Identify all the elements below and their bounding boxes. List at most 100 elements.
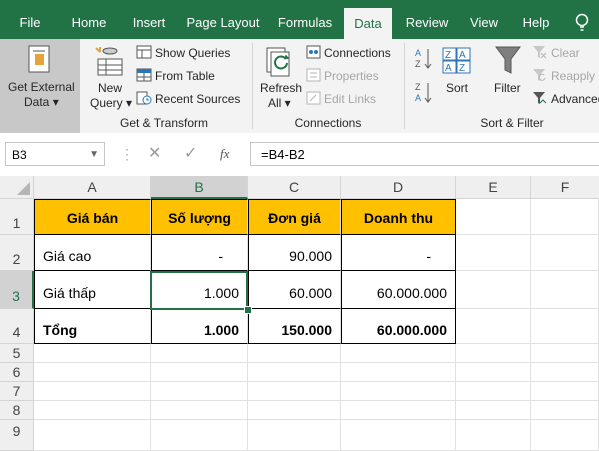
- empty-cell[interactable]: [341, 401, 456, 420]
- cell-a1[interactable]: Giá bán: [34, 199, 151, 235]
- name-box[interactable]: B3 ▼: [5, 142, 105, 166]
- empty-cell[interactable]: [34, 344, 151, 363]
- cell-f3[interactable]: [531, 271, 599, 309]
- group-label-get-transform: Get & Transform: [119, 116, 209, 130]
- cell-d1[interactable]: Doanh thu: [341, 199, 456, 235]
- empty-cell[interactable]: [531, 382, 599, 401]
- tab-view[interactable]: View: [462, 0, 506, 39]
- column-header-b[interactable]: B: [151, 176, 248, 199]
- cell-c2[interactable]: 90.000: [248, 235, 341, 271]
- empty-cell[interactable]: [456, 382, 531, 401]
- row-header-7[interactable]: 7: [0, 382, 34, 401]
- empty-cell[interactable]: [34, 420, 151, 451]
- cell-c4[interactable]: 150.000: [248, 309, 341, 344]
- row-header-5[interactable]: 5: [0, 344, 34, 363]
- tab-insert[interactable]: Insert: [124, 0, 174, 39]
- advanced-label: Advanced: [551, 92, 599, 106]
- cell-e1[interactable]: [456, 199, 531, 235]
- cell-f2[interactable]: [531, 235, 599, 271]
- select-all-corner[interactable]: [0, 176, 34, 199]
- empty-cell[interactable]: [248, 382, 341, 401]
- column-header-d[interactable]: D: [341, 176, 456, 199]
- empty-cell[interactable]: [151, 363, 248, 382]
- column-header-c[interactable]: C: [248, 176, 341, 199]
- empty-cell[interactable]: [151, 382, 248, 401]
- cell-b2[interactable]: -: [151, 235, 248, 271]
- svg-text:Z: Z: [415, 82, 421, 92]
- tab-file[interactable]: File: [10, 0, 50, 39]
- empty-cell[interactable]: [151, 401, 248, 420]
- empty-cell[interactable]: [151, 420, 248, 451]
- tab-help[interactable]: Help: [514, 0, 558, 39]
- column-header-e[interactable]: E: [456, 176, 531, 199]
- formula-bar-grip[interactable]: ⋮: [120, 145, 134, 163]
- empty-cell[interactable]: [34, 363, 151, 382]
- group-label-connections: Connections: [294, 116, 362, 130]
- row-header-2[interactable]: 2: [0, 235, 34, 271]
- empty-cell[interactable]: [34, 382, 151, 401]
- empty-cell[interactable]: [341, 344, 456, 363]
- empty-cell[interactable]: [151, 344, 248, 363]
- cell-b1[interactable]: Số lượng: [151, 199, 248, 235]
- empty-cell[interactable]: [531, 363, 599, 382]
- tab-page-layout[interactable]: Page Layout: [182, 0, 264, 39]
- sort-ascending-icon[interactable]: A Z: [414, 47, 432, 71]
- column-header-a[interactable]: A: [34, 176, 151, 199]
- empty-cell[interactable]: [248, 344, 341, 363]
- enter-check-icon[interactable]: ✓: [184, 142, 197, 166]
- sort-descending-icon[interactable]: Z A: [414, 81, 432, 105]
- cell-e2[interactable]: [456, 235, 531, 271]
- cell-e4[interactable]: [456, 309, 531, 344]
- empty-cell[interactable]: [531, 401, 599, 420]
- cell-a4[interactable]: Tổng: [34, 309, 151, 344]
- empty-cell[interactable]: [341, 382, 456, 401]
- cancel-icon[interactable]: ✕: [148, 142, 161, 166]
- lightbulb-icon[interactable]: [574, 13, 590, 33]
- tab-data[interactable]: Data: [344, 8, 392, 39]
- row-header-6[interactable]: 6: [0, 363, 34, 382]
- empty-cell[interactable]: [248, 420, 341, 451]
- fill-handle[interactable]: [244, 306, 252, 314]
- row-header-8[interactable]: 8: [0, 401, 34, 420]
- insert-function-icon[interactable]: fx: [220, 142, 229, 166]
- empty-cell[interactable]: [456, 344, 531, 363]
- empty-cell[interactable]: [248, 363, 341, 382]
- get-external-data-button[interactable]: Get External Data ▾: [0, 39, 80, 133]
- row-header-9[interactable]: 9: [0, 420, 34, 451]
- empty-cell[interactable]: [341, 420, 456, 451]
- empty-cell[interactable]: [456, 420, 531, 451]
- empty-cell[interactable]: [456, 401, 531, 420]
- formula-input[interactable]: =B4-B2: [250, 142, 599, 166]
- empty-cell[interactable]: [531, 344, 599, 363]
- column-header-f[interactable]: F: [531, 176, 599, 199]
- cell-c3[interactable]: 60.000: [248, 271, 341, 309]
- tab-home[interactable]: Home: [64, 0, 114, 39]
- edit-links-icon: [306, 91, 321, 105]
- cell-e3[interactable]: [456, 271, 531, 309]
- cell-d4[interactable]: 60.000.000: [341, 309, 456, 344]
- cell-b4[interactable]: 1.000: [151, 309, 248, 344]
- database-document-icon: [28, 45, 50, 73]
- empty-cell[interactable]: [248, 401, 341, 420]
- cell-f1[interactable]: [531, 199, 599, 235]
- cell-d3[interactable]: 60.000.000: [341, 271, 456, 309]
- cell-b3[interactable]: 1.000: [151, 271, 248, 309]
- empty-cell[interactable]: [341, 363, 456, 382]
- tab-review[interactable]: Review: [400, 0, 454, 39]
- empty-cell[interactable]: [531, 420, 599, 451]
- empty-cell[interactable]: [34, 401, 151, 420]
- row-header-1[interactable]: 1: [0, 199, 34, 235]
- properties-label: Properties: [324, 69, 379, 83]
- row-header-3[interactable]: 3: [0, 271, 34, 309]
- cell-d2[interactable]: -: [341, 235, 456, 271]
- svg-text:A: A: [459, 50, 466, 61]
- tab-formulas[interactable]: Formulas: [272, 0, 338, 39]
- cell-f4[interactable]: [531, 309, 599, 344]
- empty-cell[interactable]: [456, 363, 531, 382]
- cell-a2[interactable]: Giá cao: [34, 235, 151, 271]
- cell-c1[interactable]: Đơn giá: [248, 199, 341, 235]
- row-header-4[interactable]: 4: [0, 309, 34, 344]
- svg-text:Z: Z: [459, 63, 465, 74]
- cell-a3[interactable]: Giá thấp: [34, 271, 151, 309]
- chevron-down-icon[interactable]: ▼: [89, 143, 99, 167]
